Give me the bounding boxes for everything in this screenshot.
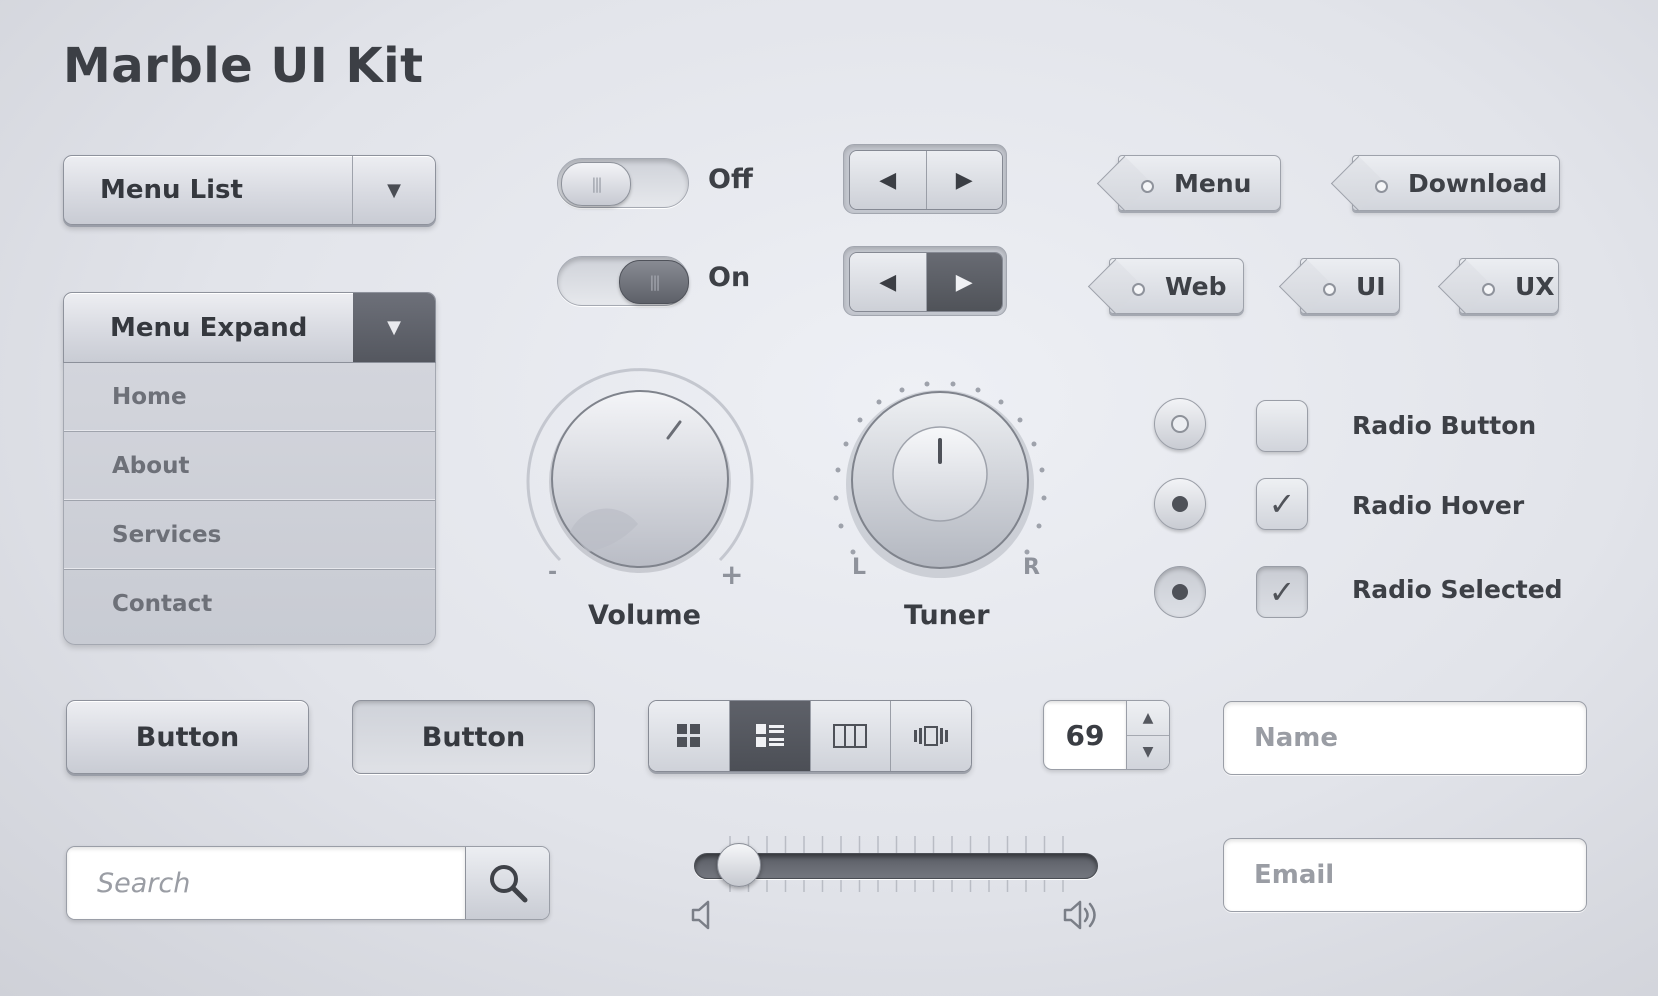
- arrow-button-group-active: ◀ ▶: [843, 246, 1007, 316]
- name-field[interactable]: [1223, 701, 1587, 775]
- search-box: [66, 846, 550, 920]
- tag-label: Menu: [1174, 168, 1252, 198]
- tuner-right-mark: R: [1023, 555, 1040, 580]
- menu-list-label: Menu List: [100, 175, 243, 205]
- radio-button[interactable]: [1154, 398, 1206, 450]
- volume-min-mark: -: [548, 560, 558, 585]
- magnifier-icon: [489, 865, 527, 903]
- volume-max-mark: +: [720, 558, 744, 591]
- menu-item-contact[interactable]: Contact: [64, 570, 435, 638]
- tag-label: Web: [1165, 271, 1227, 301]
- email-field[interactable]: [1223, 838, 1587, 912]
- search-input[interactable]: [67, 847, 465, 919]
- radio-selected-label: Radio Selected: [1352, 575, 1563, 604]
- chevron-down-icon[interactable]: ▼: [353, 293, 435, 362]
- radio-selected[interactable]: [1154, 566, 1206, 618]
- tag-hole-icon: [1323, 283, 1336, 296]
- menu-expand-list: Home About Services Contact: [63, 363, 436, 645]
- stepper-down-icon[interactable]: ▼: [1127, 734, 1169, 770]
- menu-list-dropdown[interactable]: Menu List ▼: [63, 155, 436, 225]
- tag-hole-icon: [1375, 180, 1388, 193]
- volume-label: Volume: [588, 600, 701, 631]
- speaker-high-icon: [1063, 900, 1096, 930]
- tag-ui[interactable]: UI: [1300, 258, 1400, 314]
- toggle-off-label: Off: [708, 164, 753, 195]
- radio-button-label: Radio Button: [1352, 411, 1537, 440]
- arrow-left-button[interactable]: ◀: [850, 151, 926, 209]
- menu-expand-label: Menu Expand: [110, 312, 308, 343]
- radio-hover-label: Radio Hover: [1352, 491, 1525, 520]
- checkbox-hover[interactable]: ✓: [1256, 478, 1308, 530]
- tag-hole-icon: [1132, 283, 1145, 296]
- tag-menu[interactable]: Menu: [1118, 155, 1281, 211]
- radio-hover[interactable]: [1154, 478, 1206, 530]
- speaker-low-icon: [691, 900, 710, 930]
- arrow-button-group: ◀ ▶: [843, 144, 1007, 214]
- stepper-value[interactable]: 69: [1044, 701, 1126, 769]
- menu-item-services[interactable]: Services: [64, 501, 435, 570]
- tag-download[interactable]: Download: [1352, 155, 1560, 211]
- tag-web[interactable]: Web: [1109, 258, 1244, 314]
- checkbox-unchecked[interactable]: [1256, 400, 1308, 452]
- toggle-off[interactable]: |||: [557, 158, 689, 208]
- arrow-right-button[interactable]: ▶: [925, 151, 1002, 209]
- view-switcher: [648, 700, 972, 772]
- tuner-label: Tuner: [904, 600, 990, 631]
- column-view-icon[interactable]: [809, 701, 891, 771]
- tag-ux[interactable]: UX: [1459, 258, 1559, 314]
- tuner-left-mark: L: [852, 555, 867, 580]
- number-stepper: 69 ▲ ▼: [1043, 700, 1170, 770]
- toggle-on[interactable]: |||: [557, 256, 689, 306]
- page-title: Marble UI Kit: [63, 38, 424, 94]
- grid-view-icon[interactable]: [649, 701, 729, 771]
- button-pressed[interactable]: Button: [352, 700, 595, 774]
- menu-expand-dropdown[interactable]: Menu Expand ▼: [63, 292, 436, 363]
- tag-label: Download: [1408, 168, 1548, 198]
- search-button[interactable]: [465, 847, 549, 919]
- list-view-icon[interactable]: [728, 701, 810, 771]
- tag-label: UI: [1356, 271, 1386, 301]
- menu-item-home[interactable]: Home: [64, 363, 435, 432]
- arrow-left-button[interactable]: ◀: [850, 253, 926, 311]
- toggle-knob[interactable]: |||: [561, 162, 631, 206]
- tag-label: UX: [1515, 271, 1555, 301]
- toggle-on-label: On: [708, 262, 751, 293]
- checkbox-selected[interactable]: ✓: [1256, 566, 1308, 618]
- tag-hole-icon: [1482, 283, 1495, 296]
- toggle-knob[interactable]: |||: [619, 260, 689, 304]
- tag-hole-icon: [1141, 180, 1154, 193]
- menu-item-about[interactable]: About: [64, 432, 435, 501]
- chevron-down-icon[interactable]: ▼: [352, 156, 435, 224]
- button-default[interactable]: Button: [66, 700, 309, 774]
- cover-flow-icon[interactable]: [890, 701, 971, 771]
- arrow-right-button[interactable]: ▶: [925, 253, 1002, 311]
- stepper-up-icon[interactable]: ▲: [1127, 701, 1169, 735]
